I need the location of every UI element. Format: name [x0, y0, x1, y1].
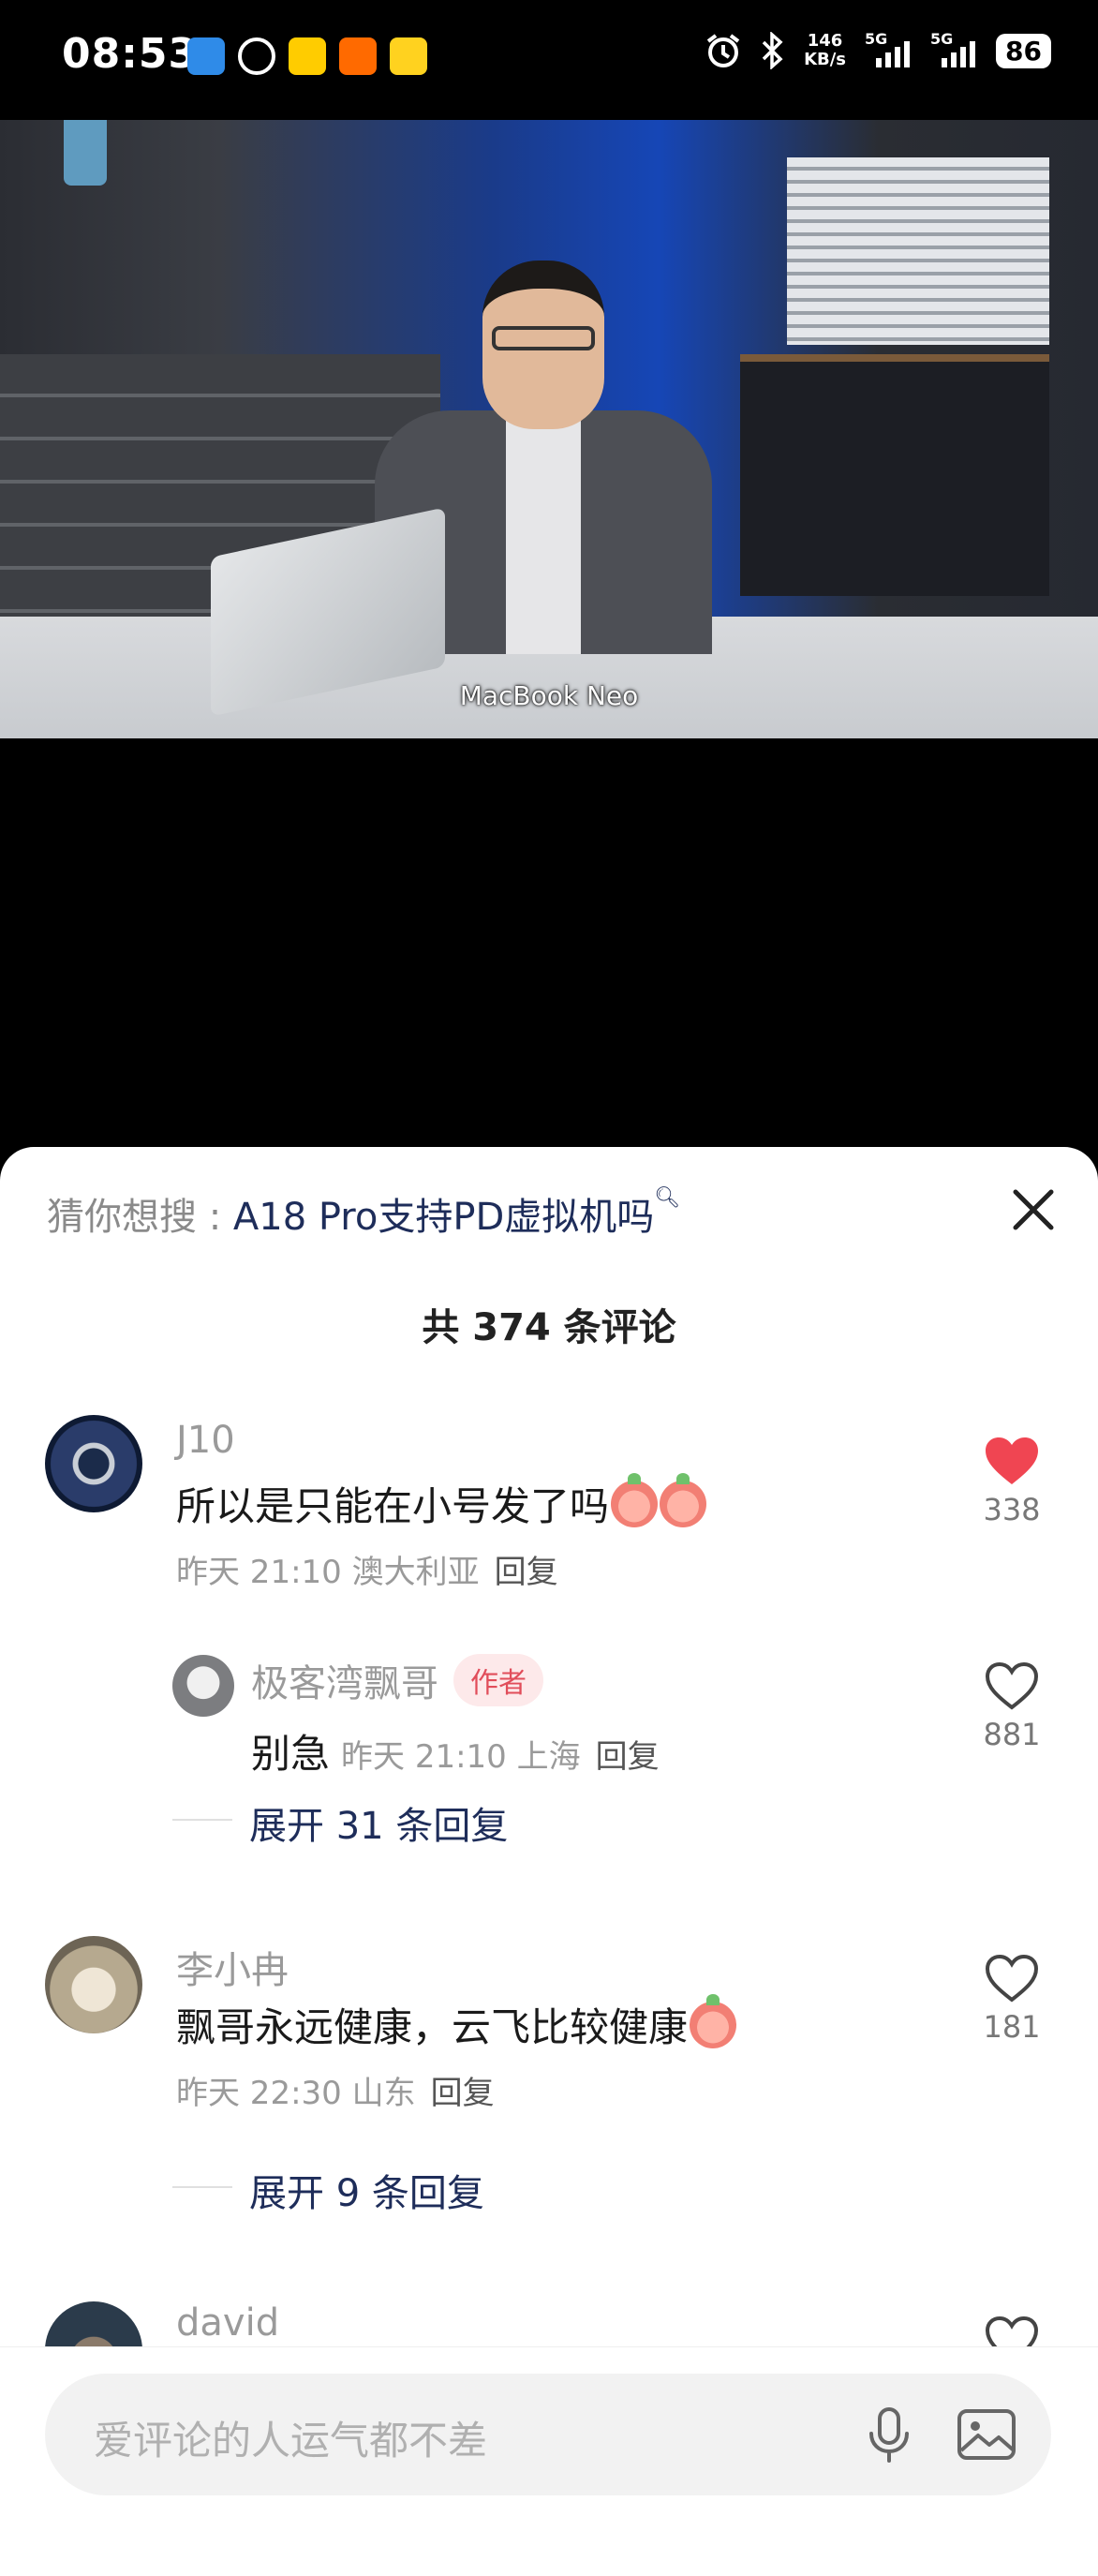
comment-time-location: 昨天 22:30 山东	[176, 2075, 416, 2112]
comment-input[interactable]: 爱评论的人运气都不差	[45, 2374, 1051, 2495]
expand-replies-button[interactable]: 展开 9 条回复	[172, 2163, 484, 2217]
microphone-icon[interactable]	[856, 2402, 922, 2467]
reply-username[interactable]: 极客湾飘哥 作者	[251, 1653, 543, 1707]
suggested-search-prefix: 猜你想搜 :	[47, 1196, 233, 1239]
reply-button[interactable]: 回复	[495, 1554, 558, 1591]
like-count: 881	[983, 1717, 1041, 1752]
signal-strength-2: 5G	[930, 30, 977, 67]
status-bar: 08:53 146 KB/s 5G 5G 86	[0, 0, 1098, 116]
clock: 08:53	[62, 30, 199, 78]
like-count: 338	[983, 1492, 1041, 1527]
reply-text-content: 别急	[251, 1731, 331, 1777]
reply-username-text: 极客湾飘哥	[251, 1662, 438, 1705]
comment-text-content: 飘哥永远健康，云飞比较健康	[176, 2004, 689, 2050]
network-type-2: 5G	[930, 30, 954, 48]
meituan-icon	[289, 37, 326, 75]
comment-meta: 昨天 21:10 澳大利亚 回复	[176, 1546, 558, 1592]
channel-logo-badge	[64, 120, 107, 186]
crying-emoji-icon	[660, 1473, 707, 1527]
comment-username[interactable]: 李小冉	[176, 1940, 289, 1994]
like-button[interactable]: 881	[967, 1660, 1057, 1752]
reply-button[interactable]: 回复	[431, 2075, 495, 2112]
heart-outline-icon	[985, 1661, 1039, 1710]
expand-replies-button[interactable]: 展开 31 条回复	[171, 1795, 509, 1850]
close-icon[interactable]	[1001, 1177, 1066, 1243]
video-subtitle: MacBook Neo	[459, 680, 639, 711]
taobao-icon	[339, 37, 377, 75]
comment-meta: 昨天 22:30 山东 回复	[176, 2067, 495, 2113]
net-speed-value: 146	[807, 31, 843, 51]
video-background-shelf	[740, 354, 1049, 596]
comment-input-bar: 爱评论的人运气都不差	[0, 2346, 1098, 2576]
avatar[interactable]	[45, 1415, 142, 1512]
alarm-icon	[706, 34, 740, 67]
comment-text[interactable]: 所以是只能在小号发了吗	[176, 1473, 707, 1532]
reply-time-location: 昨天 21:10 上海	[341, 1738, 581, 1776]
network-speed: 146 KB/s	[804, 32, 846, 69]
video-player[interactable]: MacBook Neo	[0, 120, 1098, 738]
heart-filled-icon	[986, 1437, 1038, 1484]
network-type-1: 5G	[865, 30, 888, 48]
signal-strength-1: 5G	[865, 30, 912, 67]
comment-time-location: 昨天 21:10 澳大利亚	[176, 1554, 480, 1591]
reply-button[interactable]: 回复	[596, 1738, 660, 1776]
suggested-search[interactable]: 猜你想搜 : A18 Pro支持PD虚拟机吗🔍︎	[47, 1186, 680, 1241]
comment-username[interactable]: J10	[176, 1419, 235, 1462]
suggested-search-query[interactable]: A18 Pro支持PD虚拟机吗	[233, 1196, 654, 1239]
bluetooth-icon	[762, 32, 783, 69]
net-speed-unit: KB/s	[804, 50, 847, 69]
comment-username[interactable]: david	[176, 2301, 279, 2345]
avatar[interactable]	[172, 1655, 234, 1717]
comment-text[interactable]: 飘哥永远健康，云飞比较健康	[176, 1994, 737, 2053]
app-notification-icon	[187, 37, 225, 75]
crying-emoji-icon	[690, 1994, 737, 2048]
comment-item: 李小冉 飘哥永远健康，云飞比较健康 昨天 22:30 山东 回复 181	[0, 1936, 1098, 2180]
comment-item: J10 所以是只能在小号发了吗 昨天 21:10 澳大利亚 回复 338 极客湾飘…	[0, 1415, 1098, 1809]
crying-emoji-icon	[611, 1473, 659, 1527]
video-background-blinds	[787, 157, 1049, 345]
comment-text-content: 所以是只能在小号发了吗	[176, 1483, 610, 1529]
author-badge: 作者	[453, 1654, 543, 1706]
comment-input-placeholder: 爱评论的人运气都不差	[94, 2418, 488, 2464]
avatar[interactable]	[45, 1936, 142, 2033]
like-button[interactable]: 181	[967, 1953, 1057, 2045]
note-app-icon	[390, 37, 427, 75]
system-indicators: 146 KB/s 5G 5G 86	[705, 30, 1051, 69]
reply-text[interactable]: 别急 昨天 21:10 上海 回复	[251, 1722, 660, 1779]
notification-icons	[187, 37, 427, 75]
like-button[interactable]: 338	[967, 1436, 1057, 1527]
music-app-icon	[238, 37, 275, 75]
image-picker-icon[interactable]	[954, 2402, 1019, 2467]
expand-replies-label: 展开 9 条回复	[249, 2172, 484, 2215]
search-icon: 🔍︎	[654, 1186, 681, 1210]
expand-replies-label: 展开 31 条回复	[249, 1805, 509, 1848]
battery-indicator: 86	[996, 33, 1051, 68]
comment-count: 共 374 条评论	[422, 1306, 676, 1349]
heart-outline-icon	[985, 1954, 1039, 2003]
like-count: 181	[983, 2009, 1041, 2045]
